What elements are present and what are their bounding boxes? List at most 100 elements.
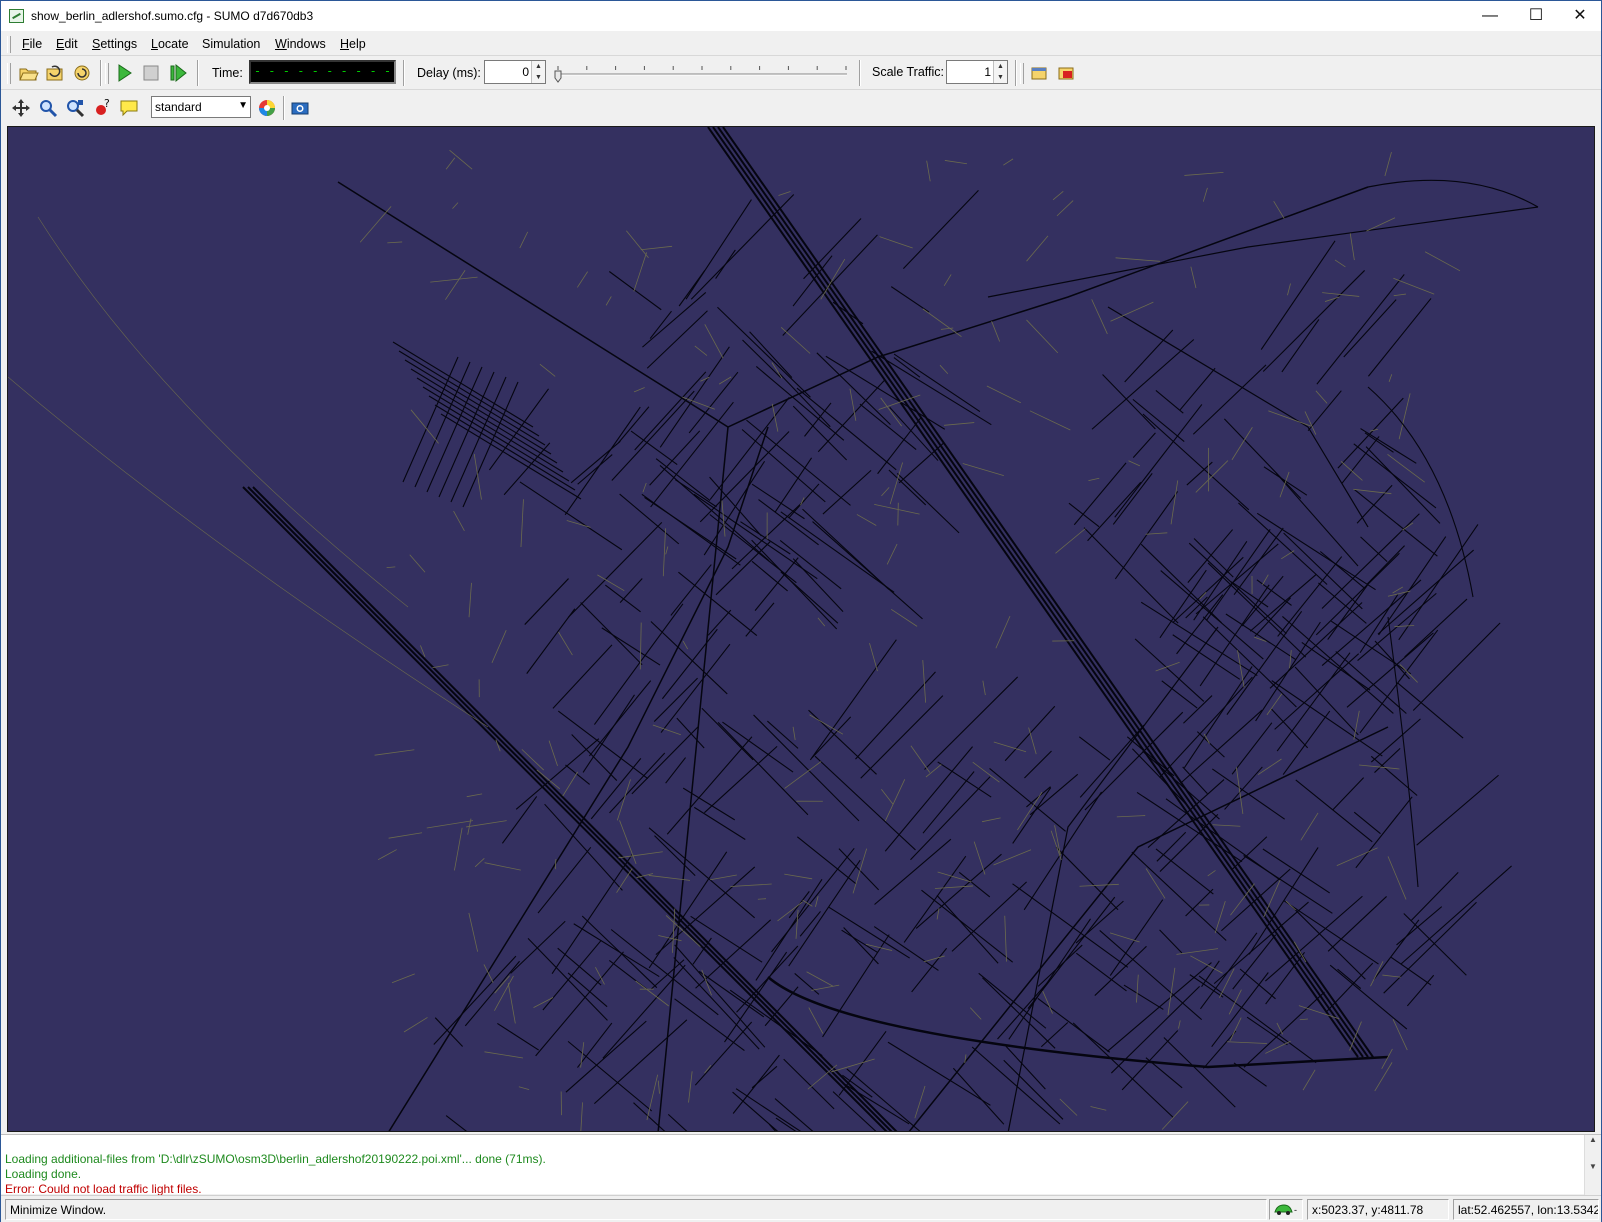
- footpath: [784, 873, 813, 880]
- menu-simulation[interactable]: Simulation: [202, 37, 260, 51]
- street: [608, 271, 662, 311]
- footpath: [778, 191, 791, 196]
- edit-breakpoints-icon[interactable]: [1055, 62, 1077, 84]
- menu-windows[interactable]: Windows: [275, 37, 326, 51]
- footpath: [688, 1071, 693, 1103]
- toolbar-grip[interactable]: [7, 63, 11, 84]
- footpath: [474, 858, 485, 868]
- reload-all-icon[interactable]: [71, 62, 93, 84]
- street: [690, 915, 763, 963]
- delay-label: Delay (ms):: [417, 66, 481, 80]
- menubar-grip[interactable]: [7, 36, 11, 53]
- zoom-icon[interactable]: [37, 97, 59, 119]
- street: [910, 776, 991, 861]
- footpath: [646, 1074, 659, 1121]
- footpath: [432, 664, 449, 669]
- street: [936, 894, 999, 964]
- footpath: [811, 984, 840, 991]
- street: [782, 234, 878, 336]
- street: [1387, 616, 1419, 888]
- scale-spinner-arrows[interactable]: ▲ ▼: [993, 61, 1007, 83]
- street: [1406, 974, 1435, 1007]
- delay-slider[interactable]: [552, 62, 852, 86]
- street: [1356, 484, 1393, 524]
- street: [832, 1091, 877, 1131]
- street: [1294, 666, 1359, 736]
- menu-settings[interactable]: Settings: [92, 37, 137, 51]
- street: [1196, 731, 1225, 758]
- message-scrollbar[interactable]: ▲ ▼: [1584, 1135, 1601, 1195]
- menu-file[interactable]: File: [22, 37, 42, 51]
- main-toolbar: Time: - - - - - - - - - - - - - - - Dela…: [1, 57, 1601, 90]
- footpath: [939, 364, 949, 375]
- step-icon[interactable]: [167, 62, 189, 84]
- menu-help[interactable]: Help: [340, 37, 366, 51]
- street: [749, 331, 793, 378]
- street: [1201, 960, 1220, 987]
- map-view[interactable]: [7, 126, 1595, 1132]
- stop-icon[interactable]: [140, 62, 162, 84]
- footpath: [539, 363, 556, 377]
- vehicle-icon[interactable]: -: [1269, 1199, 1303, 1220]
- footpath: [409, 554, 426, 573]
- street: [678, 571, 758, 637]
- tooltip-icon[interactable]: [118, 97, 140, 119]
- street: [433, 955, 517, 1045]
- footpath: [1017, 791, 1043, 831]
- street: [951, 881, 1027, 952]
- footpath: [923, 955, 945, 963]
- street: [1099, 930, 1203, 1021]
- sumo-app-icon: [9, 9, 24, 23]
- street: [1295, 779, 1373, 843]
- street: [565, 1020, 647, 1093]
- color-wheel-icon[interactable]: [256, 97, 278, 119]
- footpath: [1273, 200, 1285, 219]
- street: [1327, 896, 1387, 952]
- footpath: [1399, 664, 1418, 683]
- footpath: [1393, 277, 1435, 295]
- street: [542, 939, 602, 1011]
- footpath: [640, 245, 673, 251]
- footpath: [973, 841, 986, 875]
- toolbar-separator: [100, 60, 102, 86]
- reload-icon[interactable]: [44, 62, 66, 84]
- footpath: [1090, 1106, 1107, 1111]
- open-icon[interactable]: [17, 62, 39, 84]
- chevron-down-icon[interactable]: ▼: [238, 100, 248, 111]
- street: [1008, 918, 1091, 1040]
- footpath: [1302, 1069, 1316, 1091]
- street: [392, 341, 534, 428]
- screenshot-icon[interactable]: [289, 97, 311, 119]
- minimize-button[interactable]: —: [1467, 1, 1513, 31]
- footpath: [784, 761, 822, 789]
- delay-spinner[interactable]: 0 ▲ ▼: [484, 60, 546, 84]
- delay-spinner-arrows[interactable]: ▲ ▼: [531, 61, 545, 83]
- footpath: [518, 1086, 530, 1090]
- recenter-icon[interactable]: [10, 97, 32, 119]
- footpath: [562, 771, 579, 797]
- street: [1163, 1037, 1236, 1108]
- street: [877, 417, 922, 475]
- street: [1367, 298, 1432, 377]
- scale-traffic-spinner[interactable]: 1 ▲ ▼: [946, 60, 1008, 84]
- run-icon[interactable]: [113, 62, 135, 84]
- menu-edit[interactable]: Edit: [56, 37, 78, 51]
- footpath: [884, 779, 906, 822]
- street: [422, 386, 564, 473]
- toolbar-separator: [197, 60, 199, 86]
- footpath: [890, 608, 918, 627]
- street: [1416, 774, 1499, 846]
- footpath: [1384, 152, 1392, 177]
- street: [1055, 846, 1119, 911]
- inspect-icon[interactable]: ?: [91, 97, 113, 119]
- toolbar-grip[interactable]: [1020, 63, 1024, 84]
- footpath: [869, 643, 878, 672]
- menu-locate[interactable]: Locate: [151, 37, 189, 51]
- close-button[interactable]: ✕: [1557, 1, 1602, 31]
- toolbar-grip[interactable]: [105, 63, 109, 84]
- street: [745, 602, 775, 637]
- new-microscopic-view-icon[interactable]: [1028, 62, 1050, 84]
- visualization-scheme-select[interactable]: standard ▼: [151, 96, 251, 118]
- locate-icon[interactable]: [64, 97, 86, 119]
- maximize-button[interactable]: ☐: [1513, 1, 1559, 31]
